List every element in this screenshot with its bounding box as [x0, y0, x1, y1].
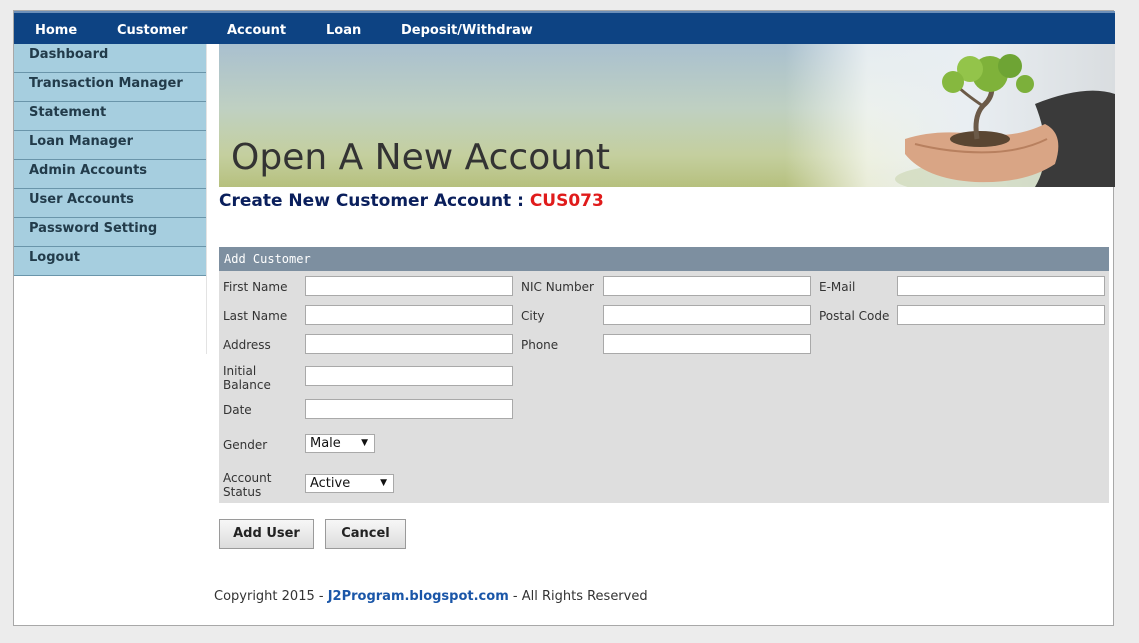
gender-label: Gender — [223, 438, 268, 452]
gender-select[interactable]: Male ▼ — [305, 434, 375, 453]
initial-balance-label-line2: Balance — [223, 378, 271, 392]
last-name-label: Last Name — [223, 309, 288, 323]
nav-loan[interactable]: Loan — [326, 23, 361, 38]
form-header: Add Customer — [219, 247, 1109, 271]
cancel-button[interactable]: Cancel — [325, 519, 406, 549]
sidebar-item-loan-manager[interactable]: Loan Manager — [14, 131, 206, 160]
sidebar: Dashboard Transaction Manager Statement … — [14, 44, 206, 276]
address-input[interactable] — [305, 334, 513, 354]
account-status-select[interactable]: Active ▼ — [305, 474, 394, 493]
hands-with-tree-icon — [895, 54, 1115, 187]
nav-home[interactable]: Home — [35, 23, 77, 38]
email-label: E-Mail — [819, 280, 856, 294]
nic-number-input[interactable] — [603, 276, 811, 296]
footer-prefix: Copyright 2015 - — [214, 589, 328, 604]
city-label: City — [521, 309, 545, 323]
footer-suffix: - All Rights Reserved — [508, 589, 648, 604]
dropdown-arrow-icon: ▼ — [380, 478, 387, 488]
footer: Copyright 2015 - J2Program.blogspot.com … — [214, 589, 648, 604]
dropdown-arrow-icon: ▼ — [361, 438, 368, 448]
first-name-label: First Name — [223, 280, 288, 294]
account-status-value: Active — [310, 476, 351, 491]
add-customer-form: Add Customer First Name Last Name Addres… — [219, 247, 1109, 503]
phone-input[interactable] — [603, 334, 811, 354]
address-label: Address — [223, 338, 271, 352]
sidebar-item-transaction-manager[interactable]: Transaction Manager — [14, 73, 206, 102]
page-title-text: Create New Customer Account : — [219, 191, 530, 211]
sidebar-item-logout[interactable]: Logout — [14, 247, 206, 276]
sidebar-item-admin-accounts[interactable]: Admin Accounts — [14, 160, 206, 189]
date-input[interactable] — [305, 399, 513, 419]
banner-photo-area — [785, 44, 1115, 187]
initial-balance-label-line1: Initial — [223, 364, 257, 378]
sidebar-item-statement[interactable]: Statement — [14, 102, 206, 131]
nav-customer[interactable]: Customer — [117, 23, 187, 38]
nav-deposit-withdraw[interactable]: Deposit/Withdraw — [401, 23, 533, 38]
customer-code: CUS073 — [529, 191, 604, 211]
date-label: Date — [223, 403, 252, 417]
initial-balance-input[interactable] — [305, 366, 513, 386]
account-status-label-line1: Account — [223, 471, 272, 485]
top-navigation: Home Customer Account Loan Deposit/Withd… — [14, 11, 1115, 44]
gender-value: Male — [310, 436, 341, 451]
add-user-button[interactable]: Add User — [219, 519, 314, 549]
city-input[interactable] — [603, 305, 811, 325]
last-name-input[interactable] — [305, 305, 513, 325]
page-title: Create New Customer Account : CUS073 — [219, 191, 604, 211]
sidebar-item-dashboard[interactable]: Dashboard — [14, 44, 206, 73]
nav-account[interactable]: Account — [227, 23, 286, 38]
account-status-label-line2: Status — [223, 485, 262, 499]
sidebar-item-password-setting[interactable]: Password Setting — [14, 218, 206, 247]
banner-title: Open A New Account — [231, 137, 610, 178]
first-name-input[interactable] — [305, 276, 513, 296]
phone-label: Phone — [521, 338, 559, 352]
sidebar-divider — [206, 44, 207, 354]
email-input[interactable] — [897, 276, 1105, 296]
postal-code-label: Postal Code — [819, 309, 890, 323]
app-frame: Home Customer Account Loan Deposit/Withd… — [13, 10, 1115, 626]
footer-link[interactable]: J2Program.blogspot.com — [328, 589, 509, 604]
page-banner: Open A New Account — [219, 44, 1115, 187]
sidebar-item-user-accounts[interactable]: User Accounts — [14, 189, 206, 218]
nic-number-label: NIC Number — [521, 280, 594, 294]
postal-code-input[interactable] — [897, 305, 1105, 325]
